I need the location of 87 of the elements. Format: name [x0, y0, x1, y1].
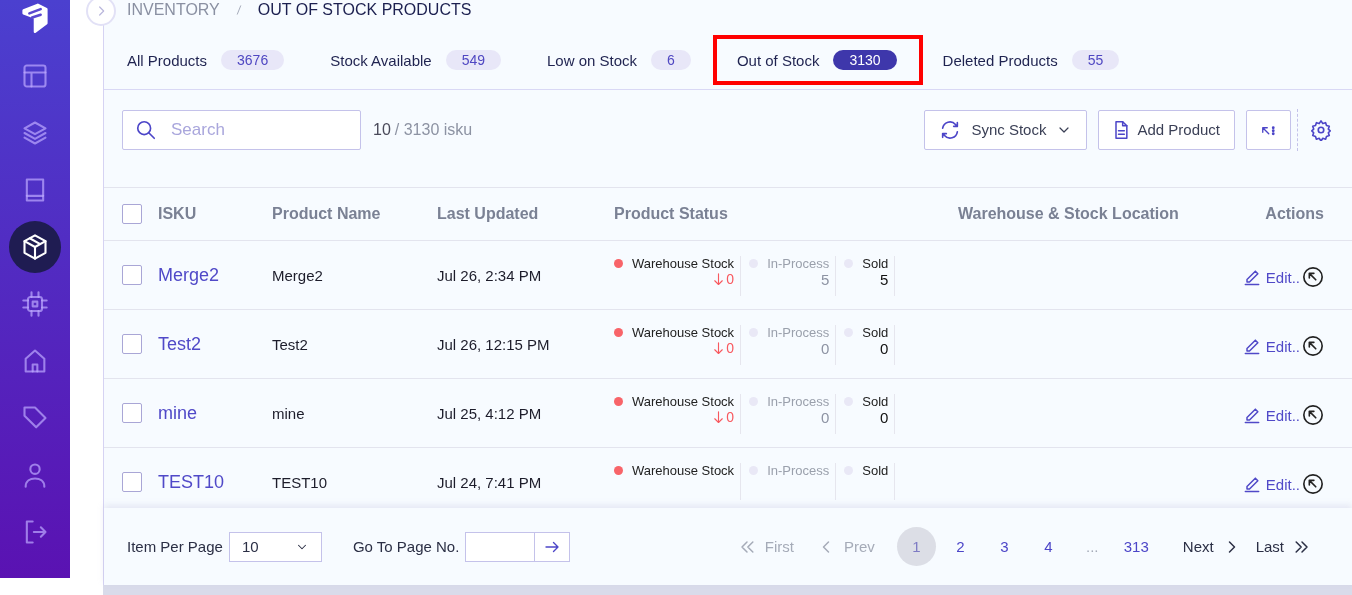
status-value: 0	[726, 409, 735, 425]
edit-link[interactable]: Edit..	[1241, 267, 1300, 287]
page-title: OUT OF STOCK PRODUCTS	[257, 1, 472, 19]
status-value: 0	[726, 340, 735, 356]
layout-icon	[21, 62, 49, 90]
search-input[interactable]: Search	[169, 118, 343, 141]
column-header: Product Status	[614, 205, 729, 223]
product-name: Test2	[272, 335, 309, 353]
edit-link[interactable]: Edit..	[1241, 474, 1300, 494]
search-field[interactable]: Search	[122, 109, 361, 150]
column-header: Last Updated	[437, 205, 540, 223]
settings-button[interactable]	[1310, 118, 1332, 141]
page-ellipsis: ...	[1085, 537, 1100, 557]
column-header: Warehouse & Stock Location	[958, 205, 1180, 223]
page-number-field[interactable]	[465, 531, 536, 562]
checkbox[interactable]	[122, 204, 142, 224]
status-value: 5	[879, 271, 889, 288]
horizontal-scrollbar[interactable]	[103, 585, 1352, 595]
isku-link[interactable]: mine	[158, 402, 197, 424]
edit-link[interactable]: Edit..	[1241, 405, 1300, 425]
chip-icon	[21, 290, 49, 318]
status-value: 0	[879, 340, 889, 357]
product-name: TEST10	[272, 473, 329, 491]
status-label: Warehouse Stock	[632, 394, 735, 409]
status-label: Warehouse Stock	[632, 325, 735, 340]
count-badge: 3676	[221, 50, 285, 70]
status-label: Sold	[862, 256, 889, 271]
status-label: Warehouse Stock	[632, 256, 735, 271]
updated-time: Jul 24, 7:41 PM	[437, 473, 543, 491]
layers-icon	[21, 119, 49, 147]
count-badge: 6	[651, 50, 691, 70]
status-value: 0	[879, 409, 889, 426]
checkbox[interactable]	[122, 334, 142, 354]
search-icon	[135, 118, 157, 141]
status-label: In-Process	[767, 463, 830, 478]
box-icon	[21, 233, 49, 261]
settings-icon	[1310, 118, 1332, 141]
status-label: In-Process	[767, 256, 830, 271]
updated-time: Jul 26, 12:15 PM	[437, 335, 551, 353]
checkbox[interactable]	[122, 403, 142, 423]
sidebar-item[interactable]	[9, 221, 61, 273]
column-header: Product Name	[272, 205, 382, 223]
sync-stock-button[interactable]: Sync Stock	[924, 109, 1088, 150]
filter-tab[interactable]: Out of Stock 3130	[712, 35, 923, 85]
status-label: In-Process	[767, 325, 830, 340]
go-button[interactable]	[535, 531, 571, 562]
status-value: 0	[820, 340, 830, 357]
open-button[interactable]	[1302, 335, 1324, 357]
open-button[interactable]	[1302, 404, 1324, 426]
page-button[interactable]: 4	[1028, 527, 1068, 566]
checkbox[interactable]	[122, 265, 142, 285]
isku-link[interactable]: Merge2	[158, 264, 220, 286]
count-badge: 55	[1071, 50, 1120, 70]
status-label: In-Process	[767, 394, 830, 409]
status-label: Sold	[862, 394, 889, 409]
per-page-select[interactable]: 10	[228, 531, 322, 562]
open-button[interactable]	[1302, 266, 1324, 288]
total-count: / 3130 isku	[394, 120, 473, 139]
column-header: Actions	[1265, 205, 1324, 223]
isku-link[interactable]: TEST10	[158, 471, 225, 493]
page-button[interactable]: 313	[1116, 527, 1156, 566]
status-value: 0	[820, 409, 830, 426]
status-label: Sold	[862, 463, 889, 478]
expand-button[interactable]	[1246, 109, 1291, 150]
shown-count: 10	[373, 120, 391, 139]
next-page-button[interactable]: Next	[1182, 536, 1242, 557]
add-product-button[interactable]: Add Product	[1098, 109, 1235, 150]
status-value: 5	[820, 271, 830, 288]
page-button[interactable]: 2	[940, 527, 980, 566]
status-label: Sold	[862, 325, 889, 340]
column-header: ISKU	[158, 205, 198, 223]
page-button[interactable]: 3	[984, 527, 1024, 566]
count-badge: 3130	[833, 50, 897, 70]
status-label: Warehouse Stock	[632, 463, 735, 478]
checkbox[interactable]	[122, 472, 142, 492]
isku-link[interactable]: Test2	[158, 333, 202, 355]
goto-label: Go To Page No.	[352, 538, 460, 555]
updated-time: Jul 26, 2:34 PM	[437, 266, 543, 284]
open-button[interactable]	[1302, 473, 1324, 495]
count-badge: 549	[445, 50, 502, 70]
edit-link[interactable]: Edit..	[1241, 336, 1300, 356]
updated-time: Jul 25, 4:12 PM	[437, 404, 543, 422]
product-name: Merge2	[272, 266, 324, 284]
last-page-button[interactable]: Last	[1255, 536, 1312, 557]
status-value: 0	[726, 271, 735, 287]
per-page-label: Item Per Page	[127, 538, 223, 555]
product-name: mine	[272, 404, 306, 422]
